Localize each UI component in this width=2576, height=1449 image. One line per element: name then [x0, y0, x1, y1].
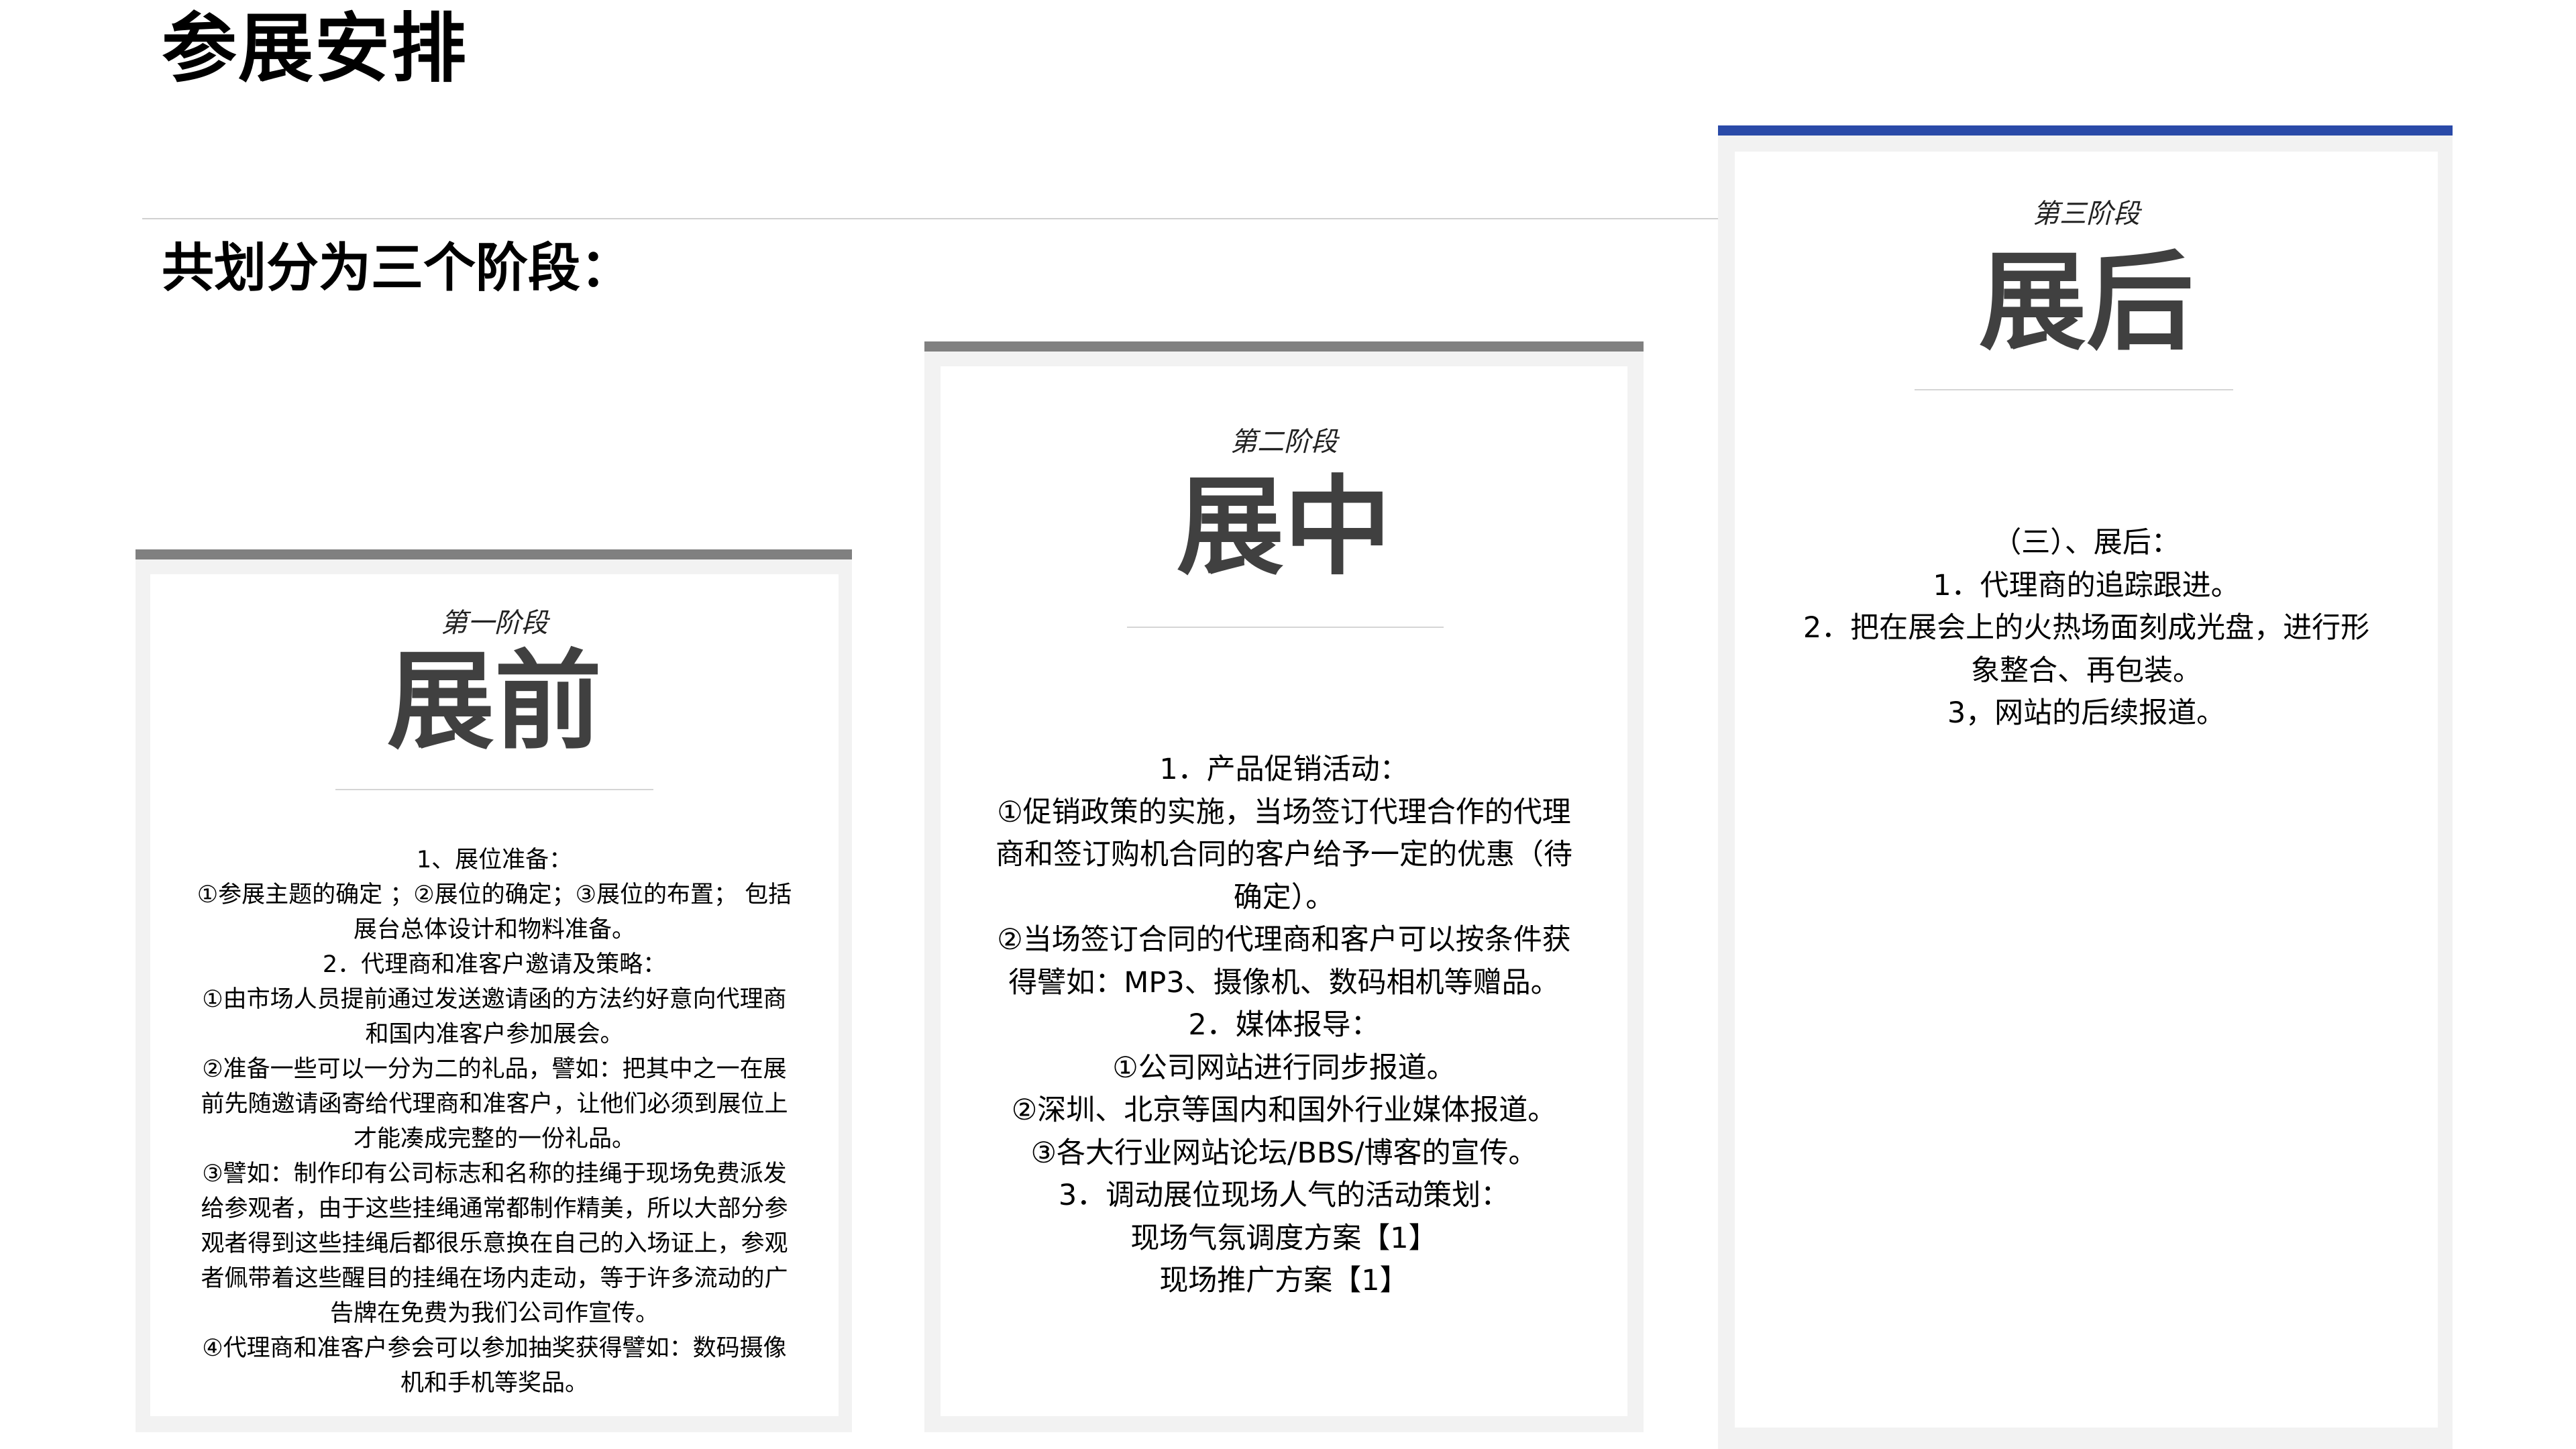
body-line: 给参观者，由于这些挂绳通常都制作精美，所以大部分参: [150, 1191, 839, 1226]
card-content: 第三阶段 展后 （三）、展后：1．代理商的追踪跟进。2．把在展会上的火热场面刻成…: [1735, 152, 2438, 1428]
body-line: 1、展位准备：: [150, 843, 839, 877]
heading-divider: [1915, 389, 2233, 390]
body-line: ②准备一些可以一分为二的礼品，譬如：把其中之一在展: [150, 1052, 839, 1087]
card-top-bar: [924, 341, 1644, 352]
stage-heading: 展后: [1735, 242, 2438, 363]
body-line: ①由市场人员提前通过发送邀请函的方法约好意向代理商: [150, 982, 839, 1017]
body-line: （三）、展后：: [1735, 522, 2438, 565]
body-line: 2．媒体报导：: [941, 1004, 1627, 1047]
card-content: 第二阶段 展中 1．产品促销活动：①促销政策的实施，当场签订代理合作的代理商和签…: [941, 366, 1627, 1416]
body-line: 象整合、再包装。: [1735, 650, 2438, 693]
body-line: ③譬如：制作印有公司标志和名称的挂绳于现场免费派发: [150, 1157, 839, 1191]
body-line: 者佩带着这些醒目的挂绳在场内走动，等于许多流动的广: [150, 1261, 839, 1296]
body-line: 1．代理商的追踪跟进。: [1735, 565, 2438, 608]
page-title: 参展安排: [162, 5, 468, 93]
body-line: 1．产品促销活动：: [941, 749, 1627, 792]
body-line: ④代理商和准客户参会可以参加抽奖获得譬如：数码摄像: [150, 1331, 839, 1366]
stage-card-1: 第一阶段 展前 1、展位准备：①参展主题的确定 ；②展位的确定；③展位的布置； …: [136, 549, 852, 1432]
body-line: ①公司网站进行同步报道。: [941, 1047, 1627, 1090]
body-line: 机和手机等奖品。: [150, 1366, 839, 1401]
heading-divider: [1127, 627, 1444, 628]
stage-heading: 展前: [150, 641, 839, 762]
card-top-bar: [1718, 125, 2453, 136]
stage-label: 第一阶段: [150, 601, 839, 640]
body-line: 商和签订购机合同的客户给予一定的优惠（待: [941, 834, 1627, 877]
stage-card-3: 第三阶段 展后 （三）、展后：1．代理商的追踪跟进。2．把在展会上的火热场面刻成…: [1718, 125, 2453, 1449]
body-line: 和国内准客户参加展会。: [150, 1017, 839, 1052]
body-line: 告牌在免费为我们公司作宣传。: [150, 1296, 839, 1331]
title-divider: [142, 218, 1719, 219]
body-line: ③各大行业网站论坛/BBS/博客的宣传。: [941, 1132, 1627, 1175]
stage-label: 第二阶段: [941, 420, 1627, 459]
body-line: 2．代理商和准客户邀请及策略：: [150, 947, 839, 982]
stage-label: 第三阶段: [1735, 192, 2438, 231]
body-line: 确定）。: [941, 877, 1627, 920]
body-line: 得譬如：MP3、摄像机、数码相机等赠品。: [941, 962, 1627, 1005]
stage-body: 1、展位准备：①参展主题的确定 ；②展位的确定；③展位的布置； 包括展台总体设计…: [150, 843, 839, 1401]
body-line: ①参展主题的确定 ；②展位的确定；③展位的布置； 包括: [150, 877, 839, 912]
card-content: 第一阶段 展前 1、展位准备：①参展主题的确定 ；②展位的确定；③展位的布置； …: [150, 574, 839, 1416]
body-line: 展台总体设计和物料准备。: [150, 912, 839, 947]
page-subtitle: 共划分为三个阶段：: [162, 235, 633, 302]
body-line: ①促销政策的实施，当场签订代理合作的代理: [941, 792, 1627, 835]
stage-heading: 展中: [941, 467, 1627, 588]
body-line: 3，网站的后续报道。: [1735, 692, 2438, 735]
body-line: 2．把在展会上的火热场面刻成光盘，进行形: [1735, 607, 2438, 650]
card-top-bar: [136, 549, 852, 559]
body-line: 现场推广方案【1】: [941, 1260, 1627, 1303]
body-line: 3．调动展位现场人气的活动策划：: [941, 1175, 1627, 1218]
body-line: 才能凑成完整的一份礼品。: [150, 1122, 839, 1157]
body-line: 前先随邀请函寄给代理商和准客户，让他们必须到展位上: [150, 1087, 839, 1122]
heading-divider: [335, 789, 653, 790]
body-line: ②深圳、北京等国内和国外行业媒体报道。: [941, 1089, 1627, 1132]
body-line: 观者得到这些挂绳后都很乐意换在自己的入场证上，参观: [150, 1226, 839, 1261]
stage-body: （三）、展后：1．代理商的追踪跟进。2．把在展会上的火热场面刻成光盘，进行形象整…: [1735, 522, 2438, 735]
body-line: ②当场签订合同的代理商和客户可以按条件获: [941, 919, 1627, 962]
stage-card-2: 第二阶段 展中 1．产品促销活动：①促销政策的实施，当场签订代理合作的代理商和签…: [924, 341, 1644, 1432]
stage-body: 1．产品促销活动：①促销政策的实施，当场签订代理合作的代理商和签订购机合同的客户…: [941, 749, 1627, 1303]
body-line: 现场气氛调度方案【1】: [941, 1218, 1627, 1260]
